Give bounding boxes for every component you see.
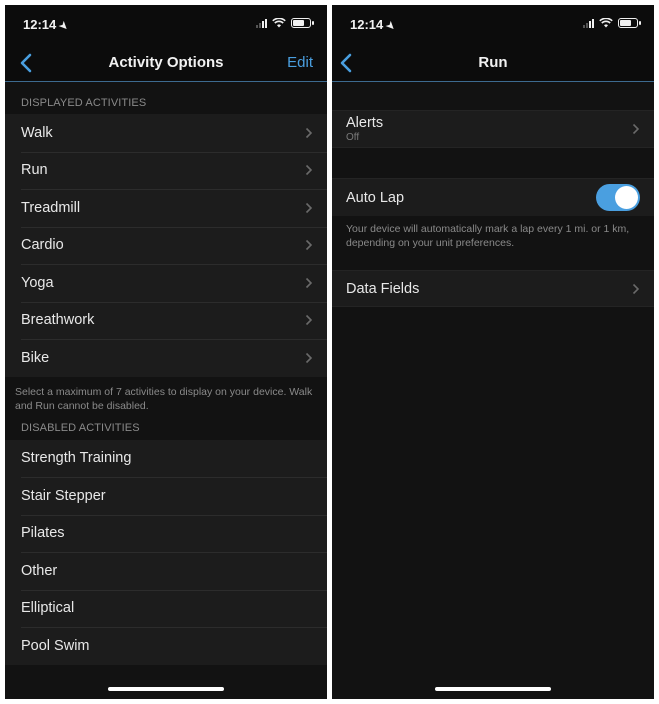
activity-item-pool-swim[interactable]: Pool Swim xyxy=(5,627,327,665)
chevron-right-icon xyxy=(305,202,313,213)
activity-item-walk[interactable]: Walk xyxy=(5,114,327,152)
activity-item-pilates[interactable]: Pilates xyxy=(5,514,327,553)
disabled-activities-list: Strength Training Stair Stepper Pilates … xyxy=(5,439,327,665)
nav-bar: Run xyxy=(332,45,654,82)
auto-lap-label: Auto Lap xyxy=(346,189,405,206)
displayed-activities-header: DISPLAYED ACTIVITIES xyxy=(21,97,147,109)
run-settings-screen: 12:14➤ Run Alerts Off Auto Lap Your devi… xyxy=(332,5,654,699)
activity-label: Elliptical xyxy=(21,600,75,617)
activity-options-screen: 12:14➤ Activity Options Edit DISPLAYED A… xyxy=(5,5,327,699)
activity-label: Pool Swim xyxy=(21,637,90,654)
activity-label: Run xyxy=(21,162,48,179)
home-indicator[interactable] xyxy=(435,687,551,691)
activity-item-stair-stepper[interactable]: Stair Stepper xyxy=(5,477,327,515)
activity-item-other[interactable]: Other xyxy=(5,552,327,590)
data-fields-row[interactable]: Data Fields xyxy=(332,270,654,307)
activity-item-run[interactable]: Run xyxy=(5,151,327,190)
activity-label: Treadmill xyxy=(21,199,81,216)
activity-label: Other xyxy=(21,562,58,579)
page-title: Activity Options xyxy=(108,54,224,71)
alerts-label: Alerts xyxy=(346,115,384,131)
nav-bar: Activity Options Edit xyxy=(5,45,327,82)
activity-item-yoga[interactable]: Yoga xyxy=(5,264,327,302)
activity-label: Cardio xyxy=(21,237,64,254)
chevron-right-icon xyxy=(305,127,313,138)
signal-icon xyxy=(256,18,267,28)
status-bar: 12:14➤ xyxy=(5,5,327,45)
auto-lap-row: Auto Lap xyxy=(332,178,654,216)
disabled-activities-header: DISABLED ACTIVITIES xyxy=(21,421,140,434)
chevron-right-icon xyxy=(305,165,313,176)
chevron-right-icon xyxy=(632,283,640,294)
displayed-activities-list: Walk Run Treadmill Cardio Yoga Breathwor… xyxy=(5,114,327,377)
signal-icon xyxy=(583,18,594,28)
activities-footnote: Select a maximum of 7 activities to disp… xyxy=(15,385,313,412)
chevron-right-icon xyxy=(305,352,313,363)
activity-label: Strength Training xyxy=(21,450,132,467)
activity-item-elliptical[interactable]: Elliptical xyxy=(5,589,327,628)
toggle-knob xyxy=(615,186,638,209)
alerts-row[interactable]: Alerts Off xyxy=(332,110,654,148)
activity-label: Pilates xyxy=(21,525,65,542)
activity-label: Yoga xyxy=(21,274,54,291)
data-fields-label: Data Fields xyxy=(346,280,420,297)
wifi-icon xyxy=(599,18,613,28)
status-time-text: 12:14 xyxy=(350,17,384,32)
status-time: 12:14➤ xyxy=(350,17,398,34)
activity-label: Stair Stepper xyxy=(21,487,106,504)
battery-icon xyxy=(618,18,641,28)
activity-label: Breathwork xyxy=(21,312,95,329)
chevron-right-icon xyxy=(305,277,313,288)
activity-item-treadmill[interactable]: Treadmill xyxy=(5,189,327,227)
location-arrow-icon: ➤ xyxy=(383,19,398,34)
activity-item-breathwork[interactable]: Breathwork xyxy=(5,301,327,340)
status-time-text: 12:14 xyxy=(23,17,57,32)
activity-label: Walk xyxy=(21,124,53,141)
wifi-icon xyxy=(272,18,286,28)
chevron-right-icon xyxy=(305,240,313,251)
battery-icon xyxy=(291,18,314,28)
activity-item-strength-training[interactable]: Strength Training xyxy=(5,440,327,478)
activity-label: Bike xyxy=(21,349,50,366)
home-indicator[interactable] xyxy=(108,687,224,691)
chevron-right-icon xyxy=(632,123,640,135)
edit-button[interactable]: Edit xyxy=(287,54,313,71)
location-arrow-icon: ➤ xyxy=(56,19,71,34)
activity-item-bike[interactable]: Bike xyxy=(5,339,327,377)
chevron-right-icon xyxy=(305,315,313,326)
activity-item-cardio[interactable]: Cardio xyxy=(5,226,327,265)
page-title: Run xyxy=(478,54,508,71)
auto-lap-description: Your device will automatically mark a la… xyxy=(346,223,630,249)
alerts-value: Off xyxy=(346,132,360,143)
status-bar: 12:14➤ xyxy=(332,5,654,45)
status-time: 12:14➤ xyxy=(23,17,71,34)
auto-lap-toggle[interactable] xyxy=(596,184,640,211)
